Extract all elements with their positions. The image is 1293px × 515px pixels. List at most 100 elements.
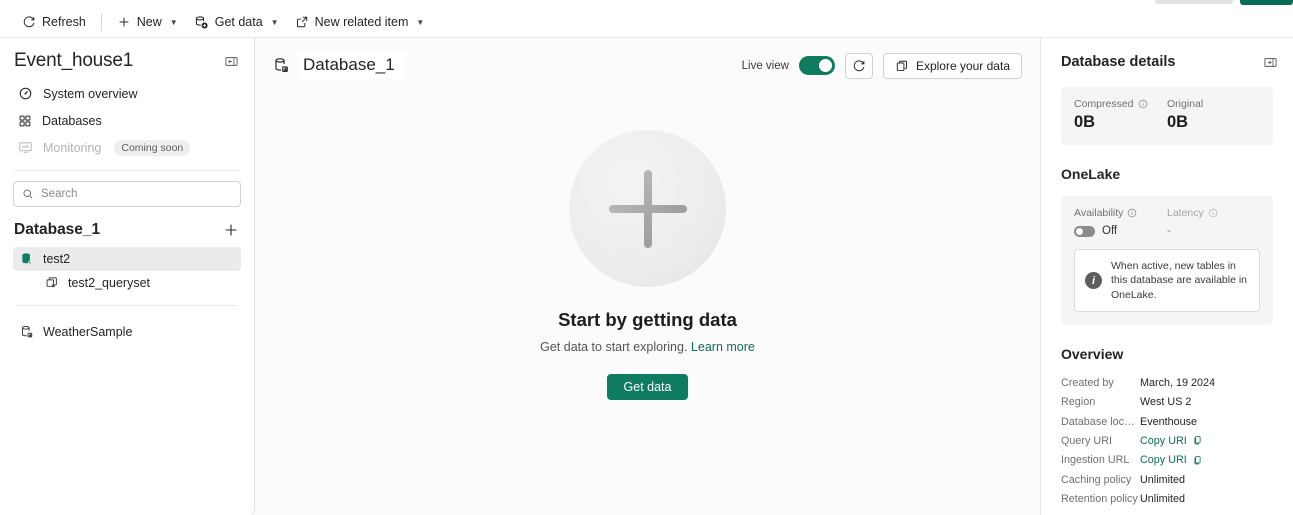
- refresh-button[interactable]: Refresh: [14, 9, 94, 35]
- latency-col: Latency -: [1167, 207, 1260, 237]
- search-box[interactable]: [13, 181, 241, 207]
- learn-more-link[interactable]: Learn more: [691, 340, 755, 354]
- availability-label: Availability: [1074, 207, 1124, 219]
- stat-label: Original: [1167, 98, 1260, 110]
- copy-icon[interactable]: [1192, 455, 1203, 466]
- clipped-toolbar-element[interactable]: [1155, 0, 1233, 4]
- overview-key: Retention policy: [1061, 492, 1138, 505]
- main-content: Database_1 Live view Explore your data S…: [255, 38, 1040, 515]
- empty-state: Start by getting data Get data to start …: [255, 130, 1040, 400]
- tree-item-label: test2_queryset: [68, 276, 150, 290]
- collapse-panel-icon[interactable]: [220, 50, 242, 72]
- onelake-info-text: When active, new tables in this database…: [1111, 260, 1248, 301]
- tree-item-test2[interactable]: test2: [13, 247, 241, 271]
- latency-label: Latency: [1167, 207, 1204, 219]
- overview-value: Unlimited: [1140, 473, 1186, 486]
- collapse-panel-icon[interactable]: [1259, 51, 1281, 73]
- tree-item-weathersample[interactable]: WeatherSample: [13, 320, 241, 344]
- database-section-header: Database_1: [0, 207, 254, 247]
- tree-item-test2-queryset[interactable]: test2_queryset: [13, 271, 241, 295]
- availability-value: Off: [1102, 225, 1118, 237]
- info-icon[interactable]: [1208, 208, 1218, 218]
- add-database-button[interactable]: [220, 219, 242, 241]
- command-bar-divider: [100, 13, 102, 31]
- main-title-wrap: Database_1: [273, 52, 405, 79]
- tree-item-label: WeatherSample: [43, 325, 133, 339]
- clipped-primary-button[interactable]: [1240, 0, 1293, 5]
- database-green-icon: [20, 252, 34, 266]
- copy-ingestion-url-link[interactable]: Copy URI: [1140, 454, 1187, 466]
- overview-row: Database locati... Eventhouse: [1061, 412, 1273, 431]
- coming-soon-badge: Coming soon: [114, 139, 191, 156]
- new-related-item-button[interactable]: New related item ▼: [287, 9, 433, 35]
- overview-key: Created by: [1061, 377, 1114, 390]
- overview-key: Caching policy: [1061, 473, 1132, 486]
- latency-label-wrap: Latency: [1167, 207, 1260, 219]
- stat-label: Compressed: [1074, 98, 1167, 110]
- size-stats-card: Compressed 0B Original 0B: [1061, 87, 1273, 145]
- sidebar-nav: System overview Databases Monitoring Com…: [0, 80, 254, 161]
- live-view-label: Live view: [741, 59, 789, 72]
- onelake-info-box: i When active, new tables in this databa…: [1074, 249, 1260, 313]
- refresh-label: Refresh: [42, 15, 86, 29]
- search-container: [0, 171, 254, 207]
- sidebar-item-monitoring: Monitoring Coming soon: [10, 134, 244, 161]
- plus-bar-vertical: [643, 169, 652, 248]
- original-value: 0B: [1167, 113, 1189, 131]
- overview-key: Region: [1061, 396, 1096, 409]
- get-data-label: Get data: [214, 15, 263, 29]
- details-header: Database details: [1041, 38, 1293, 73]
- live-view-toggle[interactable]: [798, 56, 835, 75]
- availability-col: Availability Off: [1074, 207, 1167, 237]
- overview-value: Copy URI: [1140, 454, 1203, 466]
- external-link-icon: [295, 15, 309, 29]
- refresh-button[interactable]: [844, 52, 873, 79]
- overview-section-title: Overview: [1061, 346, 1124, 363]
- header-actions: Live view Explore your data: [741, 52, 1022, 79]
- copy-icon[interactable]: [1192, 435, 1203, 446]
- original-label: Original: [1167, 98, 1204, 110]
- overview-value: March, 19 2024: [1140, 377, 1216, 390]
- new-label: New: [136, 15, 162, 29]
- overview-value: Unlimited: [1140, 492, 1186, 505]
- get-data-button[interactable]: Get data: [606, 374, 689, 400]
- new-button[interactable]: New ▼: [109, 9, 186, 35]
- new-related-item-label: New related item: [314, 15, 409, 29]
- onelake-availability-toggle[interactable]: [1074, 225, 1095, 237]
- explore-your-data-button[interactable]: Explore your data: [882, 52, 1022, 79]
- search-input[interactable]: [41, 188, 232, 200]
- content-row: Event_house1 System overview Databases M…: [0, 38, 1293, 515]
- sidebar-item-label: Monitoring: [43, 140, 102, 155]
- compressed-value: 0B: [1074, 113, 1096, 131]
- plus-circle-illustration[interactable]: [569, 130, 726, 287]
- latency-value: -: [1167, 225, 1171, 237]
- overview-value: Copy URI: [1140, 435, 1203, 447]
- info-icon[interactable]: [1138, 99, 1148, 109]
- refresh-icon: [22, 15, 36, 29]
- overview-key: Query URI: [1061, 434, 1112, 447]
- database-icon: [20, 325, 34, 339]
- database-name-field[interactable]: Database_1: [299, 52, 405, 79]
- tree-item-label: test2: [43, 252, 71, 266]
- chevron-down-icon: ▼: [416, 17, 425, 27]
- empty-state-subtitle: Get data to start exploring. Learn more: [540, 340, 755, 354]
- overview-row: Query URI Copy URI: [1061, 431, 1273, 450]
- gauge-icon: [18, 86, 33, 101]
- sidebar-header: Event_house1: [0, 38, 254, 80]
- plus-icon: [225, 224, 237, 236]
- tree-group-second: WeatherSample: [13, 320, 241, 344]
- onelake-section-title: OneLake: [1061, 166, 1121, 182]
- info-icon: i: [1085, 272, 1102, 290]
- sidebar-item-databases[interactable]: Databases: [10, 107, 244, 134]
- overview-row: Caching policy Unlimited: [1061, 470, 1273, 489]
- empty-state-title: Start by getting data: [558, 309, 737, 330]
- database-tree: test2 test2_queryset WeatherSample: [0, 247, 254, 344]
- get-data-button[interactable]: Get data ▼: [186, 9, 287, 35]
- tree-divider: [17, 305, 237, 306]
- copy-query-uri-link[interactable]: Copy URI: [1140, 435, 1187, 447]
- stat-compressed: Compressed 0B: [1074, 98, 1167, 132]
- onelake-card: Availability Off Latency - i When active…: [1061, 196, 1273, 326]
- queryset-icon: [45, 276, 59, 290]
- sidebar-item-system-overview[interactable]: System overview: [10, 80, 244, 107]
- info-icon[interactable]: [1127, 208, 1137, 218]
